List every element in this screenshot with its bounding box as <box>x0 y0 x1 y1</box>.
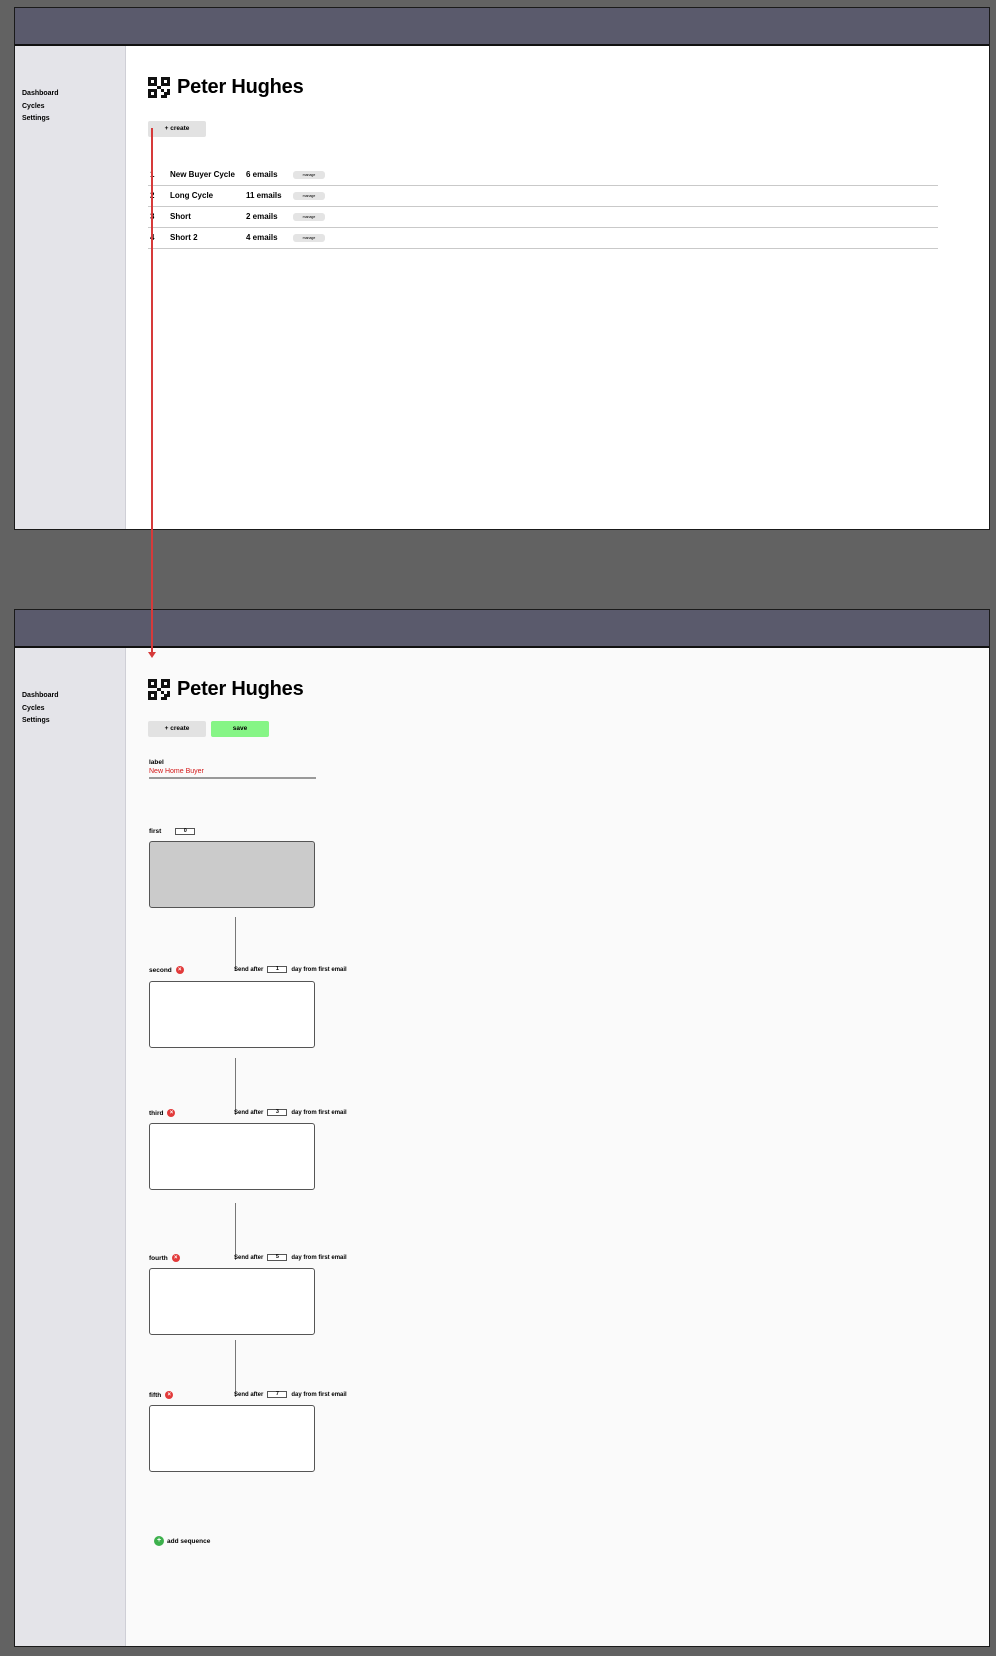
sequence-connector <box>235 917 236 971</box>
cycle-name: Short <box>170 212 191 221</box>
label-field-title: label <box>149 759 164 766</box>
email-editor[interactable] <box>149 841 315 908</box>
send-after-row: Send after 3 day from first email <box>234 1109 347 1116</box>
send-after-suffix: day from first email <box>291 1391 347 1398</box>
page-title: Peter Hughes <box>177 76 304 98</box>
email-editor[interactable] <box>149 1405 315 1472</box>
top-bar <box>15 8 989 46</box>
sequence-header-second: second × <box>149 966 184 974</box>
sequence-name: third <box>149 1109 164 1117</box>
add-sequence-button[interactable]: + add sequence <box>154 1536 210 1546</box>
save-button[interactable]: save <box>211 721 269 737</box>
send-after-suffix: day from first email <box>291 1254 347 1261</box>
sequence-header-first: first 0 <box>149 828 199 835</box>
sequence-header-fourth: fourth × <box>149 1254 180 1262</box>
sidebar-item-settings[interactable]: Settings <box>22 715 125 728</box>
delay-input[interactable]: 5 <box>267 1254 288 1261</box>
sidebar: Dashboard Cycles Settings <box>15 46 126 529</box>
sidebar: Dashboard Cycles Settings <box>15 648 126 1646</box>
plus-icon: + <box>154 1536 164 1546</box>
sidebar-item-dashboard[interactable]: Dashboard <box>22 88 125 101</box>
delete-icon[interactable]: × <box>171 1254 180 1262</box>
delete-icon[interactable]: × <box>165 1391 174 1399</box>
table-row: 1 New Buyer Cycle 6 emails manage <box>148 165 938 186</box>
label-field-value[interactable]: New Home Buyer <box>149 768 316 775</box>
cycle-name: Long Cycle <box>170 191 214 200</box>
delete-icon[interactable]: × <box>167 1109 176 1117</box>
send-after-row: Send after 1 day from first email <box>234 966 347 973</box>
create-button[interactable]: + create <box>148 721 206 737</box>
email-count: 11 emails <box>246 191 282 200</box>
sidebar-item-cycles[interactable]: Cycles <box>22 101 125 114</box>
flow-arrow-line <box>151 128 153 654</box>
delay-input[interactable]: 3 <box>267 1109 288 1116</box>
email-editor[interactable] <box>149 981 315 1048</box>
main-content: Peter Hughes + create 1 New Buyer Cycle … <box>127 46 989 529</box>
arrow-down-icon <box>148 652 156 658</box>
send-after-row: Send after 5 day from first email <box>234 1254 347 1261</box>
manage-button[interactable]: manage <box>293 234 325 242</box>
send-after-suffix: day from first email <box>291 966 347 973</box>
table-row: 4 Short 2 4 emails manage <box>148 228 938 249</box>
cycle-name: Short 2 <box>170 233 198 242</box>
sequence-header-fifth: fifth × <box>149 1391 174 1399</box>
email-count: 2 emails <box>246 212 278 221</box>
email-editor[interactable] <box>149 1123 315 1190</box>
sidebar-item-cycles[interactable]: Cycles <box>22 703 125 716</box>
page-header: Peter Hughes <box>148 76 304 99</box>
manage-button[interactable]: manage <box>293 171 325 179</box>
sequence-connector <box>235 1340 236 1397</box>
delay-input[interactable]: 0 <box>175 828 196 835</box>
top-bar <box>15 610 989 648</box>
send-after-row: Send after 7 day from first email <box>234 1391 347 1398</box>
manage-button[interactable]: manage <box>293 192 325 200</box>
email-count: 4 emails <box>246 233 278 242</box>
qr-code-icon <box>148 76 170 99</box>
main-content: Peter Hughes + create save label New Hom… <box>127 648 989 1646</box>
delete-icon[interactable]: × <box>175 966 184 974</box>
add-sequence-label: add sequence <box>167 1537 211 1545</box>
sequence-header-third: third × <box>149 1109 176 1117</box>
delay-input[interactable]: 7 <box>267 1391 288 1398</box>
label-field[interactable]: label New Home Buyer <box>149 759 316 779</box>
delay-input[interactable]: 1 <box>267 966 288 973</box>
cycle-name: New Buyer Cycle <box>170 170 235 179</box>
manage-button[interactable]: manage <box>293 213 325 221</box>
send-after-prefix: Send after <box>234 966 264 973</box>
cycles-table: 1 New Buyer Cycle 6 emails manage 2 Long… <box>148 165 938 249</box>
sequence-name: first <box>149 828 162 835</box>
sequence-name: fourth <box>149 1254 168 1262</box>
sidebar-item-settings[interactable]: Settings <box>22 113 125 126</box>
send-after-suffix: day from first email <box>291 1109 347 1116</box>
sequence-name: fifth <box>149 1391 162 1399</box>
create-cycle-screen: Dashboard Cycles Settings Peter Hughes +… <box>14 609 990 1647</box>
sequence-name: second <box>149 966 172 974</box>
send-after-prefix: Send after <box>234 1254 264 1261</box>
page-header: Peter Hughes <box>148 678 304 701</box>
cycles-list-screen: Dashboard Cycles Settings Peter Hughes +… <box>14 7 990 530</box>
page-title: Peter Hughes <box>177 678 304 700</box>
email-count: 6 emails <box>246 170 278 179</box>
email-editor[interactable] <box>149 1268 315 1335</box>
table-row: 3 Short 2 emails manage <box>148 207 938 228</box>
table-row: 2 Long Cycle 11 emails manage <box>148 186 938 207</box>
sequence-connector <box>235 1203 236 1260</box>
send-after-prefix: Send after <box>234 1109 264 1116</box>
sequence-connector <box>235 1058 236 1115</box>
sidebar-item-dashboard[interactable]: Dashboard <box>22 690 125 703</box>
qr-code-icon <box>148 678 170 701</box>
send-after-prefix: Send after <box>234 1391 264 1398</box>
create-button[interactable]: + create <box>148 121 206 137</box>
